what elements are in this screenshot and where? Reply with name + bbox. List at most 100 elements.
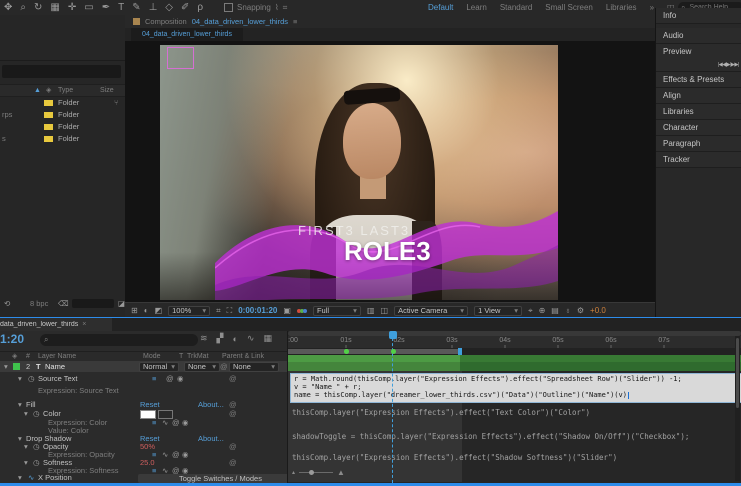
snapping-checkbox[interactable] [224,3,233,12]
parent-pickwhip-icon[interactable]: @ [229,400,237,409]
camera-view-dropdown[interactable]: Active Camera ▾ [394,306,468,316]
scrollbar-thumb[interactable] [736,338,739,408]
expression-enable-icon[interactable]: ≡ [152,374,156,383]
project-search-field[interactable] [2,65,121,78]
clone-stamp-tool-icon[interactable]: ⊥ [149,2,158,13]
stopwatch-icon[interactable]: ◷ [28,374,35,383]
parent-pickwhip-icon[interactable]: @ [220,361,228,372]
panel-header-tracker[interactable]: Tracker [656,152,741,168]
twirl-icon[interactable]: ▾ [18,400,22,409]
expression-field-shadow-softness[interactable]: thisComp.layer("Expression Effects").eff… [292,453,617,462]
parent-pickwhip-icon[interactable]: @ [229,409,237,418]
rectangle-tool-icon[interactable]: ▭ [84,2,93,13]
zoom-slider-track[interactable] [299,472,333,473]
graph-icon[interactable]: ∿ [28,473,34,482]
timeline-search-box[interactable]: ⌕ [40,334,198,346]
frame-blend-icon[interactable]: ▞ [217,333,224,344]
blend-mode-dropdown[interactable]: Normal ▾ [139,362,179,372]
brush-tool-icon[interactable]: ✎ [132,2,140,13]
interpret-footage-icon[interactable]: ⟲ [4,296,10,311]
folder-color-chip[interactable] [44,124,53,130]
project-row-folder[interactable]: rps Folder [0,109,125,121]
project-row-folder[interactable]: Folder [0,121,125,133]
timeline-jump-icon[interactable]: ⊕ [539,306,546,315]
workspace-learn[interactable]: Learn [466,3,486,12]
expression-field-shadow-toggle[interactable]: shadowToggle = thisComp.layer("Expressio… [292,432,689,441]
puppet-pin-tool-icon[interactable]: ρ [197,2,203,13]
layer-bar[interactable] [288,362,741,371]
rotate-tool-icon[interactable]: ↻ [34,2,42,13]
panel-header-audio[interactable]: Audio [656,28,741,44]
keyframe-dot[interactable] [344,349,349,354]
folder-color-chip[interactable] [44,136,53,142]
roto-brush-tool-icon[interactable]: ✐ [181,2,189,13]
twirl-icon[interactable]: ▾ [24,409,28,418]
workspace-overflow-icon[interactable]: » [650,3,654,12]
layer-bar[interactable] [288,355,741,362]
timeline-timecode-clip[interactable]: 0:00:01:20 [0,332,24,346]
comp-timecode[interactable]: 0:00:01:20 [238,306,277,315]
prop-label-x-position[interactable]: X Position [38,473,72,482]
pan-behind-tool-icon[interactable]: ✛ [68,2,76,13]
snapping-control[interactable]: Snapping ⌇ ⌗ [224,3,287,13]
zoom-out-mountain-icon[interactable]: ▴ [292,469,295,476]
expression-line[interactable]: r = Math.round(thisComp.layer("Expressio… [294,375,739,383]
project-row-folder[interactable]: s Folder [0,133,125,145]
channel-rgb-icon[interactable] [297,309,307,313]
expression-pickwhip-icon[interactable]: @ [166,374,174,383]
prop-label-fill[interactable]: Fill [26,400,36,409]
workspace-small-screen[interactable]: Small Screen [545,3,593,12]
view-layout-dropdown[interactable]: 1 View ▾ [474,306,522,316]
graph-editor-icon[interactable]: ∿ [247,333,255,344]
gear-icon[interactable]: ⚙ [577,306,584,315]
hand-tool-icon[interactable]: ✥ [4,2,12,13]
panel-menu-icon[interactable]: ≡ [293,17,297,26]
layer-name[interactable]: Name [45,361,65,372]
shy-icon[interactable]: ≋ [200,333,208,344]
exposure-value[interactable]: +0.0 [590,306,606,315]
composition-tab[interactable]: 04_data_driven_lower_thirds [131,28,243,41]
type-column-header[interactable]: Type [58,85,73,96]
playhead-handle[interactable] [389,331,397,339]
expression-line[interactable]: name = thisComp.layer("dreamer_lower_thi… [294,391,627,399]
composition-viewer[interactable]: FIRST3 LAST3 ROLE3 [125,41,655,302]
zoom-in-mountain-icon[interactable]: ▲ [337,468,345,477]
grid-icon[interactable]: ⌗ [216,306,221,316]
view3d-icon[interactable]: ♁ [565,306,571,315]
camera-tool-icon[interactable]: ▦ [50,2,59,13]
composition-header-name[interactable]: 04_data_driven_lower_thirds [192,17,288,26]
trkmat-dropdown[interactable]: None ▾ [184,362,220,372]
about-button[interactable]: About... [198,400,224,409]
snapping-option2-icon[interactable]: ⌗ [283,3,288,13]
toggle-switches-button[interactable]: Toggle Switches / Modes [138,474,303,483]
folder-color-chip[interactable] [44,112,53,118]
project-row-folder[interactable]: Folder ⑂ [0,97,125,109]
flowchart-icon[interactable]: ▤ [551,306,559,315]
parent-dropdown[interactable]: None ▾ [229,362,279,372]
zoom-slider-handle[interactable] [309,470,314,475]
safe-zones-icon[interactable]: ⛶ [227,306,233,316]
reset-button[interactable]: Reset [140,400,160,409]
keyframe-dot[interactable] [391,349,396,354]
expression-target-icon[interactable]: ◉ [177,374,184,383]
mask-visibility-icon[interactable]: ◩ [155,306,163,315]
resolution-dropdown[interactable]: Full ▾ [313,306,361,316]
fast-previews-icon[interactable]: ▥ [367,306,375,315]
prop-label-source-text[interactable]: Source Text [38,374,77,383]
snapshot-camera-icon[interactable]: ▣ [283,306,291,315]
prop-label-expr-source-text[interactable]: Expression: Source Text [38,386,119,395]
vertical-scrollbar[interactable] [735,336,740,481]
folder-color-chip[interactable] [44,100,53,106]
layer-color-chip[interactable] [13,363,20,370]
type-tool-icon[interactable]: T [118,2,124,13]
panel-header-info[interactable]: Info [656,8,741,24]
snapping-option-icon[interactable]: ⌇ [275,3,279,12]
timeline-timecode[interactable]: 0:00:01:20 [0,332,24,346]
transparency-grid-icon[interactable]: ◐ [144,306,149,315]
preview-transport-controls[interactable]: |◀ ◀| ▶ |▶ ▶| [656,59,741,72]
twirl-icon[interactable]: ▾ [18,374,22,383]
close-icon[interactable]: × [82,321,86,328]
magnification-dropdown[interactable]: 100% ▾ [168,306,210,316]
layer-row[interactable]: ▾ 2 T Name Normal ▾ None ▾ @ None ▾ [0,361,287,372]
twirl-icon[interactable]: ▾ [4,361,8,372]
